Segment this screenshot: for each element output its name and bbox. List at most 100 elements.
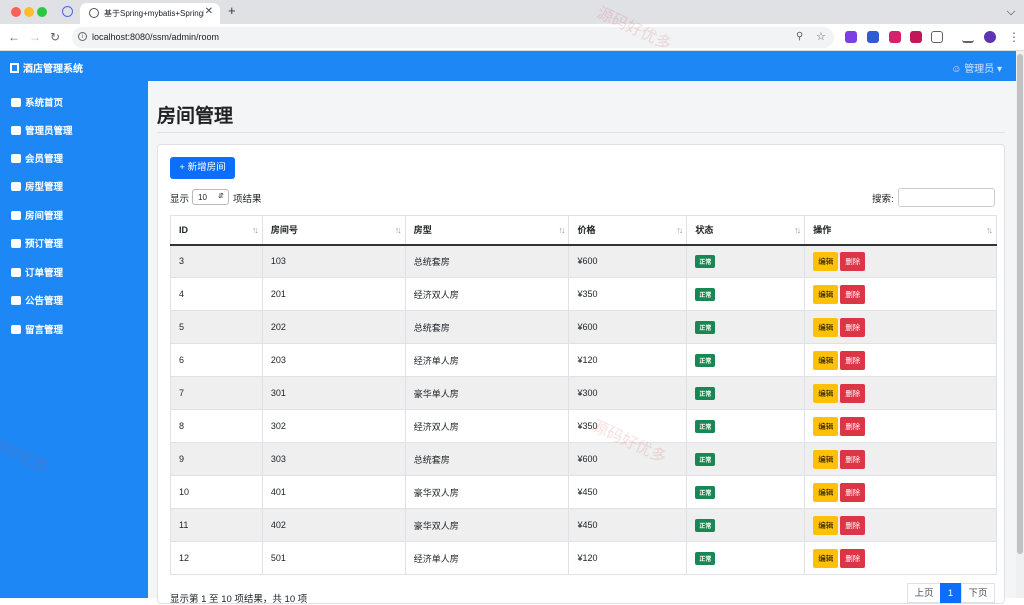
app-brand[interactable]: 酒店管理系统 xyxy=(10,60,83,75)
delete-button[interactable]: 删除 xyxy=(840,515,866,535)
column-header[interactable]: 操作 ↑↓ xyxy=(804,215,997,246)
sort-icon[interactable]: ↑↓ xyxy=(794,225,801,235)
bookmark-star-icon[interactable]: ☆ xyxy=(816,30,826,43)
cell-id: 5 xyxy=(170,310,263,344)
window-close-dot[interactable] xyxy=(11,7,21,17)
edit-button[interactable]: 编辑 xyxy=(813,350,839,370)
browser-tab[interactable]: 基于Spring+mybatis+SpringM ✕ xyxy=(80,3,220,24)
window-minimize-dot[interactable] xyxy=(24,7,34,17)
cell-status: 正常 xyxy=(686,343,806,377)
sidebar-item-8[interactable]: 留言管理 xyxy=(11,322,63,336)
page-length-select[interactable]: 10 ⇵ xyxy=(192,189,229,205)
edit-button[interactable]: 编辑 xyxy=(813,284,839,304)
bullhorn-icon xyxy=(11,296,21,305)
delete-button[interactable]: 删除 xyxy=(840,251,866,271)
column-header[interactable]: 状态 ↑↓ xyxy=(686,215,806,246)
grid-icon xyxy=(11,182,21,191)
cell-number: 401 xyxy=(261,475,406,509)
status-badge: 正常 xyxy=(695,485,716,499)
sidebar-item-7[interactable]: 公告管理 xyxy=(11,293,63,307)
cell-type: 总统套房 xyxy=(404,442,570,476)
tab-close-icon[interactable]: ✕ xyxy=(205,6,213,17)
edit-button[interactable]: 编辑 xyxy=(813,251,839,271)
edit-button[interactable]: 编辑 xyxy=(813,416,839,436)
edit-button[interactable]: 编辑 xyxy=(813,449,839,469)
url-text: localhost:8080/ssm/admin/room xyxy=(92,32,220,42)
search-input[interactable] xyxy=(898,188,995,207)
extensions-puzzle-icon[interactable] xyxy=(931,31,943,43)
next-page-button[interactable]: 下页 xyxy=(961,583,995,603)
sort-icon[interactable]: ↑↓ xyxy=(395,225,402,235)
page-1-button[interactable]: 1 xyxy=(940,583,961,603)
cell-price: ¥120 xyxy=(568,343,688,377)
extension-scissors-icon[interactable] xyxy=(845,31,857,43)
new-tab-button[interactable]: + xyxy=(228,3,236,18)
sort-icon[interactable]: ↑↓ xyxy=(676,225,683,235)
sidebar-item-2[interactable]: 会员管理 xyxy=(11,151,63,165)
add-room-label: 新增房间 xyxy=(187,162,226,173)
sidebar-item-0[interactable]: 系统首页 xyxy=(11,95,63,109)
delete-button[interactable]: 删除 xyxy=(840,548,866,568)
status-badge: 正常 xyxy=(695,353,716,367)
edit-button[interactable]: 编辑 xyxy=(813,515,839,535)
page-scrollbar[interactable] xyxy=(1016,51,1024,598)
prev-page-button[interactable]: 上页 xyxy=(907,583,941,603)
delete-button[interactable]: 删除 xyxy=(840,317,866,337)
edit-button[interactable]: 编辑 xyxy=(813,548,839,568)
sidebar-item-3[interactable]: 房型管理 xyxy=(11,179,63,193)
extension-music-icon[interactable] xyxy=(910,31,922,43)
column-header[interactable]: 房间号 ↑↓ xyxy=(261,215,406,246)
key-icon[interactable]: ⚲ xyxy=(796,31,803,42)
delete-button[interactable]: 删除 xyxy=(840,383,866,403)
extension-download-icon[interactable] xyxy=(889,31,901,43)
cell-price: ¥120 xyxy=(568,541,688,575)
table-row: 6 203 经济单人房 ¥120 正常 编辑 删除 xyxy=(170,343,997,377)
cell-number: 201 xyxy=(261,277,406,311)
cell-type: 豪华单人房 xyxy=(404,376,570,410)
downloads-icon[interactable] xyxy=(962,31,974,43)
pinned-tab-icon[interactable] xyxy=(62,6,73,17)
cell-status: 正常 xyxy=(686,244,806,278)
window-zoom-dot[interactable] xyxy=(37,7,47,17)
delete-button[interactable]: 删除 xyxy=(840,416,866,436)
edit-button[interactable]: 编辑 xyxy=(813,317,839,337)
column-header[interactable]: 房型 ↑↓ xyxy=(404,215,570,246)
reload-icon[interactable]: ↻ xyxy=(50,30,60,44)
cell-actions: 编辑 删除 xyxy=(804,475,997,509)
delete-button[interactable]: 删除 xyxy=(840,284,866,304)
delete-button[interactable]: 删除 xyxy=(840,350,866,370)
browser-menu-icon[interactable]: ⋮ xyxy=(1008,30,1020,44)
add-room-button[interactable]: + 新增房间 xyxy=(170,157,235,179)
profile-avatar-icon[interactable] xyxy=(984,31,996,43)
extension-cut-icon[interactable] xyxy=(867,31,879,43)
site-info-icon[interactable]: i xyxy=(78,32,87,41)
sort-icon[interactable]: ↑↓ xyxy=(986,225,993,235)
cell-status: 正常 xyxy=(686,409,806,443)
cell-id: 3 xyxy=(170,244,263,278)
sidebar-item-4[interactable]: 房间管理 xyxy=(11,208,63,222)
edit-button[interactable]: 编辑 xyxy=(813,383,839,403)
column-header[interactable]: 价格 ↑↓ xyxy=(568,215,688,246)
status-badge: 正常 xyxy=(695,287,716,301)
cell-actions: 编辑 删除 xyxy=(804,508,997,542)
sidebar-item-5[interactable]: 预订管理 xyxy=(11,236,63,250)
cell-price: ¥450 xyxy=(568,475,688,509)
sort-icon[interactable]: ↑↓ xyxy=(558,225,565,235)
user-menu[interactable]: ☺ 管理员 ▾ xyxy=(951,60,1002,75)
scrollbar-thumb[interactable] xyxy=(1017,54,1023,554)
delete-button[interactable]: 删除 xyxy=(840,449,866,469)
edit-button[interactable]: 编辑 xyxy=(813,482,839,502)
address-bar[interactable]: i localhost:8080/ssm/admin/room ⚲ ☆ xyxy=(72,27,834,48)
sort-icon[interactable]: ↑↓ xyxy=(252,225,259,235)
globe-icon xyxy=(89,8,99,18)
status-badge: 正常 xyxy=(695,452,716,466)
table-info: 显示第 1 至 10 项结果，共 10 项 xyxy=(170,594,308,605)
tab-menu-chevron-icon[interactable] xyxy=(1006,6,1016,16)
column-header[interactable]: ID ↑↓ xyxy=(170,215,263,246)
back-arrow-icon[interactable]: ← xyxy=(8,30,20,44)
rooms-table: ID ↑↓ 房间号 ↑↓ 房型 ↑↓ 价格 ↑↓ 状态 ↑↓ 操作 ↑↓ 3 103 总统套房 ¥600 正常… xyxy=(170,215,997,575)
delete-button[interactable]: 删除 xyxy=(840,482,866,502)
forward-arrow-icon[interactable]: → xyxy=(29,30,41,44)
sidebar-item-6[interactable]: 订单管理 xyxy=(11,265,63,279)
sidebar-item-1[interactable]: 管理员管理 xyxy=(11,123,73,137)
